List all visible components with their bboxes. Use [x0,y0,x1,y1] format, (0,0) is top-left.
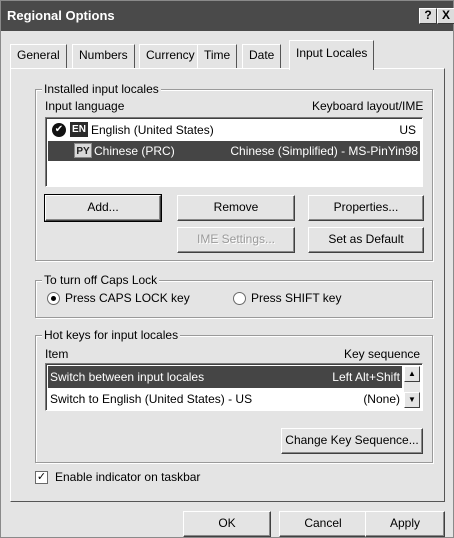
caps-lock-legend: To turn off Caps Lock [42,273,160,287]
hotkey-row-switch-english[interactable]: Switch to English (United States) - US (… [48,388,402,410]
tab-date[interactable]: Date [242,44,282,68]
key-sequence-column-header: Key sequence [344,347,421,361]
hotkeys-scrollbar[interactable]: ▲ ▼ [404,366,420,408]
hot-keys-list[interactable]: Switch between input locales Left Alt+Sh… [45,363,423,411]
tab-general[interactable]: General [10,44,67,68]
locale-language: Chinese (PRC) [94,144,175,158]
hotkey-item: Switch between input locales [50,370,205,384]
locale-row-english[interactable]: ✔ EN English (United States) US [48,120,420,140]
default-check-icon: ✔ [52,123,66,137]
shift-key-radio[interactable] [233,292,246,305]
hotkey-sequence: (None) [363,392,400,406]
remove-button[interactable]: Remove [177,195,295,221]
properties-button[interactable]: Properties... [308,195,424,221]
apply-button[interactable]: Apply [365,511,445,537]
enable-indicator-checkbox[interactable]: ✓ [35,471,48,484]
tab-currency[interactable]: Currency [139,44,202,68]
item-column-header: Item [45,347,69,361]
set-as-default-button[interactable]: Set as Default [308,227,424,253]
installed-locales-list[interactable]: ✔ EN English (United States) US PY Chine… [45,117,423,187]
hotkey-row-switch-locales[interactable]: Switch between input locales Left Alt+Sh… [48,366,402,388]
radio-selected-dot [51,296,56,301]
add-button[interactable]: Add... [44,194,162,222]
en-language-icon: EN [70,122,88,137]
keyboard-layout-header: Keyboard layout/IME [312,99,424,113]
scroll-up-arrow-icon[interactable]: ▲ [404,366,420,382]
tab-time[interactable]: Time [197,44,238,68]
hot-keys-legend: Hot keys for input locales [42,328,181,342]
input-language-header: Input language [45,99,125,113]
scroll-down-arrow-icon[interactable]: ▼ [404,392,420,408]
tab-input-locales[interactable]: Input Locales [289,40,375,70]
ime-settings-button[interactable]: IME Settings... [177,227,295,253]
cancel-button[interactable]: Cancel [279,511,367,537]
tab-numbers[interactable]: Numbers [72,44,135,68]
change-key-sequence-button[interactable]: Change Key Sequence... [281,428,423,454]
enable-indicator-label[interactable]: Enable indicator on taskbar [55,470,200,484]
regional-options-dialog: Regional Options ? X General Numbers Cur… [0,0,454,538]
close-button[interactable]: X [437,8,454,24]
locale-language: English (United States) [91,123,214,137]
caps-lock-label[interactable]: Press CAPS LOCK key [65,291,190,305]
hotkey-sequence: Left Alt+Shift [332,370,400,384]
help-button[interactable]: ? [419,8,437,24]
title-bar[interactable]: Regional Options ? X [1,1,454,31]
py-ime-icon: PY [74,143,92,158]
locale-layout: Chinese (Simplified) - MS-PinYin98 [230,144,418,158]
caps-lock-radio[interactable] [47,292,60,305]
locale-row-chinese[interactable]: PY Chinese (PRC) Chinese (Simplified) - … [48,141,420,161]
ok-button[interactable]: OK [183,511,271,537]
hotkey-item: Switch to English (United States) - US [50,392,253,406]
installed-locales-legend: Installed input locales [42,82,161,96]
shift-key-label[interactable]: Press SHIFT key [251,291,341,305]
window-title: Regional Options [7,8,115,23]
locale-layout: US [399,123,416,137]
